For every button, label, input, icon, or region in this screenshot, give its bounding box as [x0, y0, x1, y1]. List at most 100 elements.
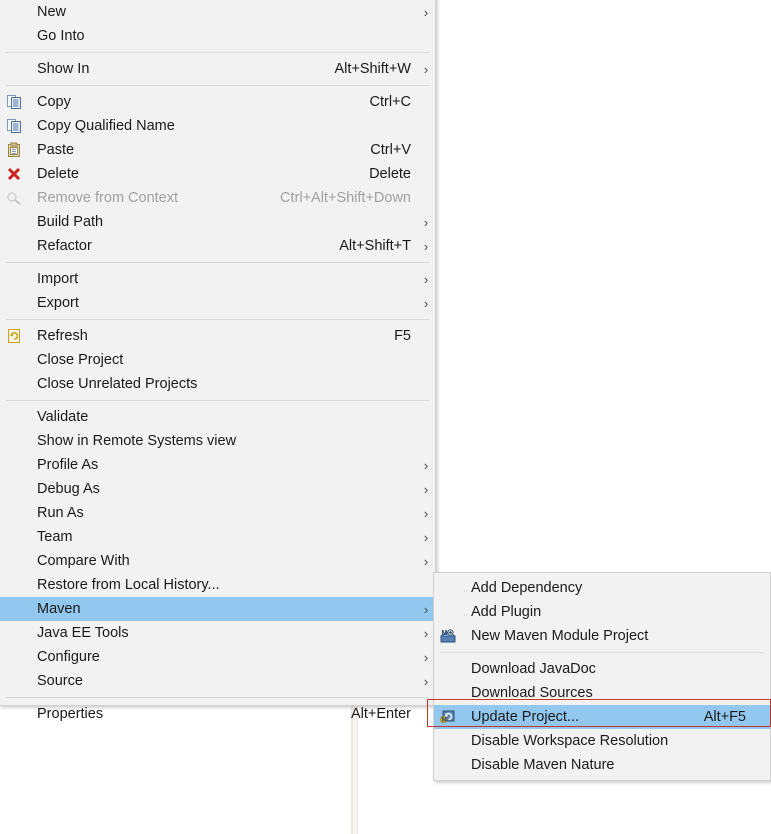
no-submenu-spacer: › [752, 758, 770, 773]
no-icon [0, 373, 28, 395]
context-menu-item-label: Java EE Tools [37, 625, 129, 641]
maven-submenu-item-update-project[interactable]: M Update Project... Alt+F5 › [434, 705, 770, 729]
no-icon [0, 502, 28, 524]
delete-icon [0, 163, 28, 185]
context-menu-item-delete[interactable]: Delete Delete › [0, 162, 435, 186]
context-menu-item-refactor[interactable]: Refactor Alt+Shift+T › [0, 234, 435, 258]
no-submenu-spacer: › [417, 434, 435, 449]
no-icon [0, 58, 28, 80]
no-icon [0, 574, 28, 596]
no-submenu-spacer: › [417, 191, 435, 206]
no-submenu-spacer: › [417, 410, 435, 425]
maven-submenu-item-label: Add Plugin [471, 604, 542, 620]
context-menu-item-properties[interactable]: PropertiesAlt+Enter› [0, 702, 435, 726]
no-icon [434, 601, 462, 623]
context-menu-item-close-unrelated-projects[interactable]: Close Unrelated Projects › [0, 372, 435, 396]
no-submenu-spacer: › [752, 581, 770, 596]
context-menu-item-compare-with[interactable]: Compare With › [0, 549, 435, 573]
context-menu-item-refresh[interactable]: Refresh F5 › [0, 324, 435, 348]
project-context-menu[interactable]: New › Go Into › Show In Alt+Shift+W › Copy Ctrl+… [0, 0, 436, 722]
context-menu-item-new[interactable]: New › [0, 0, 435, 24]
maven-submenu[interactable]: Add Dependency › Add Plugin › M New Maven Mod… [433, 572, 771, 781]
context-menu-separator [6, 400, 429, 401]
chevron-right-icon: › [423, 271, 429, 287]
context-menu-item-team[interactable]: Team › [0, 525, 435, 549]
context-menu-item-validate[interactable]: Validate › [0, 405, 435, 429]
maven-submenu-item-add-dependency[interactable]: Add Dependency › [434, 576, 770, 600]
context-menu-item-accelerator: Alt+Shift+T [339, 238, 411, 254]
no-icon [434, 577, 462, 599]
context-menu-item-label: Debug As [37, 481, 100, 497]
no-submenu-spacer: › [417, 143, 435, 158]
chevron-right-icon: › [423, 505, 429, 521]
no-icon [0, 622, 28, 644]
svg-text:M: M [442, 718, 447, 724]
chevron-right-icon: › [423, 457, 429, 473]
context-menu-item-label: Paste [37, 142, 75, 158]
context-menu-item-show-in[interactable]: Show In Alt+Shift+W › [0, 57, 435, 81]
context-menu-item-import[interactable]: Import › [0, 267, 435, 291]
maven-submenu-item-disable-maven-nature[interactable]: Disable Maven Nature › [434, 753, 770, 777]
context-menu-item-paste[interactable]: Paste Ctrl+V › [0, 138, 435, 162]
context-menu-item-label: Refresh [37, 328, 88, 344]
maven-submenu-item-label: Download Sources [471, 685, 593, 701]
context-menu-item-profile-as[interactable]: Profile As › [0, 453, 435, 477]
context-menu-item-label: Close Unrelated Projects [37, 376, 198, 392]
maven-submenu-item-download-sources[interactable]: Download Sources › [434, 681, 770, 705]
context-menu-item-label: Profile As [37, 457, 99, 473]
no-icon [0, 211, 28, 233]
maven-submenu-item-new-maven-module-project[interactable]: M New Maven Module Project › [434, 624, 770, 648]
maven-submenu-item-label: Update Project... [471, 709, 579, 725]
context-menu-item-maven[interactable]: Maven › [0, 597, 435, 621]
context-menu-item-debug-as[interactable]: Debug As › [0, 477, 435, 501]
context-menu-separator [6, 85, 429, 86]
no-icon [0, 1, 28, 23]
context-menu-item-go-into[interactable]: Go Into › [0, 24, 435, 48]
maven-submenu-item-accelerator: Alt+F5 [703, 709, 746, 725]
no-icon [0, 268, 28, 290]
no-icon [0, 703, 28, 725]
context-menu-item-label: Close Project [37, 352, 124, 368]
context-menu-item-restore-from-local-history[interactable]: Restore from Local History...› [0, 573, 435, 597]
context-menu-item-copy[interactable]: Copy Ctrl+C › [0, 90, 435, 114]
context-menu-item-label: Show in Remote Systems view [37, 433, 237, 449]
context-menu-item-accelerator: Ctrl+V [370, 142, 411, 158]
context-menu-item-close-project[interactable]: Close Project › [0, 348, 435, 372]
no-icon [0, 670, 28, 692]
context-menu-item-accelerator: F5 [394, 328, 411, 344]
context-menu-item-java-ee-tools[interactable]: Java EE Tools › [0, 621, 435, 645]
context-menu-item-remove-from-context: Remove from Context Ctrl+Alt+Shift+Down › [0, 186, 435, 210]
maven-submenu-item-download-javadoc[interactable]: Download JavaDoc › [434, 657, 770, 681]
context-menu-item-accelerator: Alt+Shift+W [334, 61, 411, 77]
chevron-right-icon: › [423, 61, 429, 77]
context-menu-item-label: Configure [37, 649, 100, 665]
context-menu-item-configure[interactable]: Configure › [0, 645, 435, 669]
context-menu-item-export[interactable]: Export › [0, 291, 435, 315]
no-submenu-spacer: › [752, 605, 770, 620]
no-submenu-spacer: › [752, 710, 770, 725]
context-menu-item-label: Go Into [37, 28, 85, 44]
no-submenu-spacer: › [417, 377, 435, 392]
context-menu-item-show-in-remote-systems-view[interactable]: Show in Remote Systems view › [0, 429, 435, 453]
no-icon [0, 25, 28, 47]
context-menu-item-copy-qualified-name[interactable]: Copy Qualified Name › [0, 114, 435, 138]
maven-update-project-icon: M [434, 706, 462, 728]
maven-submenu-item-disable-workspace-resolution[interactable]: Disable Workspace Resolution › [434, 729, 770, 753]
no-submenu-spacer: › [417, 29, 435, 44]
context-menu-item-build-path[interactable]: Build Path › [0, 210, 435, 234]
maven-submenu-item-label: Add Dependency [471, 580, 583, 596]
maven-submenu-item-add-plugin[interactable]: Add Plugin › [434, 600, 770, 624]
paste-icon [0, 139, 28, 161]
context-menu-item-label: Run As [37, 505, 84, 521]
context-menu-item-source[interactable]: Source › [0, 669, 435, 693]
svg-text:M: M [442, 630, 448, 637]
context-menu-item-accelerator: Alt+Enter [350, 706, 411, 722]
context-menu-item-label: Import [37, 271, 79, 287]
context-menu-item-run-as[interactable]: Run As › [0, 501, 435, 525]
no-icon [0, 292, 28, 314]
no-icon [0, 478, 28, 500]
context-menu-items: New › Go Into › Show In Alt+Shift+W › Copy Ctrl+… [0, 0, 435, 729]
context-menu-item-label: Restore from Local History... [37, 577, 220, 593]
no-icon [0, 430, 28, 452]
context-menu-separator [6, 262, 429, 263]
